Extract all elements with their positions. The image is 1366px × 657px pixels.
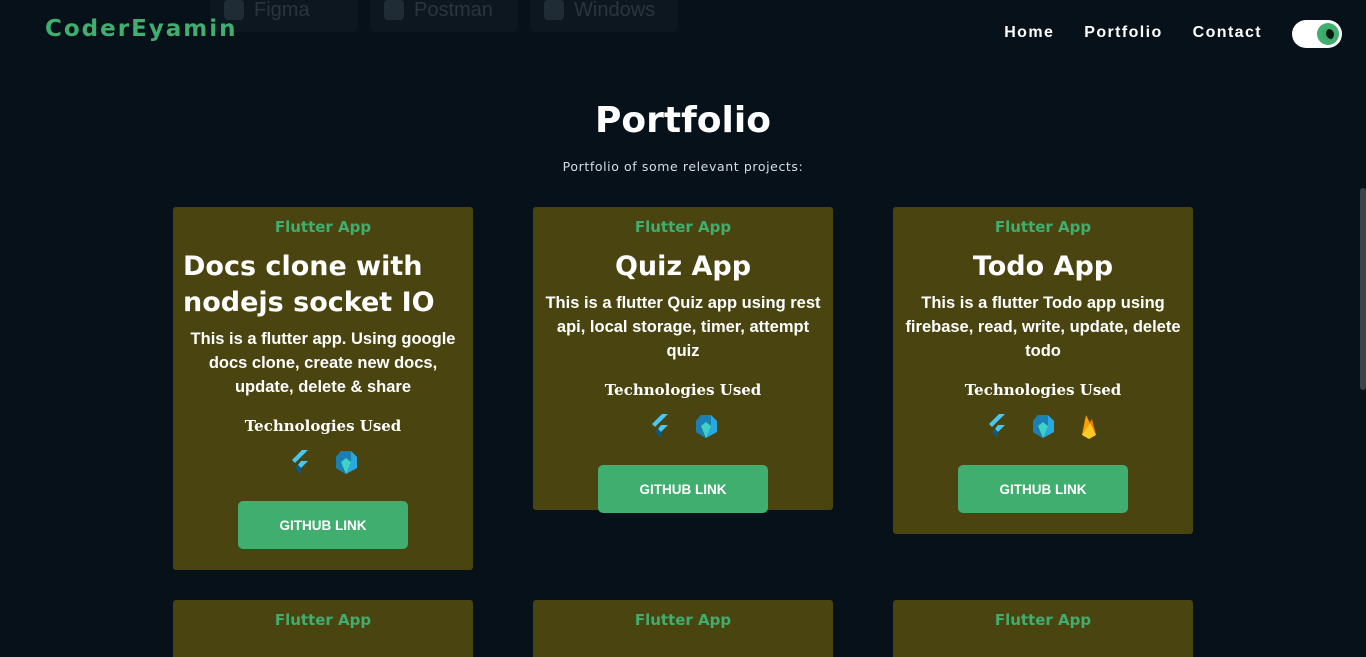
card-description: This is a flutter app. Using google docs…	[190, 330, 456, 396]
firebase-icon	[1082, 415, 1096, 439]
flutter-icon	[652, 414, 668, 438]
site-logo[interactable]: CoderEyamin	[45, 16, 238, 42]
project-card: Flutter App Quiz App This is a flutter Q…	[533, 207, 833, 513]
tech-label: Technologies Used	[604, 381, 762, 399]
github-link-button[interactable]: GITHUB LINK	[958, 465, 1128, 513]
card-title: Quiz App	[614, 251, 752, 282]
theme-toggle[interactable]	[1292, 20, 1342, 48]
card-title: Todo App	[972, 251, 1114, 282]
card-tag: Flutter App	[274, 218, 372, 236]
project-card: Flutter App Todo App This is a flutter T…	[893, 207, 1193, 534]
moon-icon	[1317, 23, 1339, 45]
tech-label: Technologies Used	[964, 381, 1122, 399]
nav-link-portfolio[interactable]: Portfolio	[1084, 24, 1162, 42]
card-description: This is a flutter Todo app using firebas…	[905, 294, 1181, 360]
github-link-button[interactable]: GITHUB LINK	[238, 501, 408, 549]
nav-links: Home Portfolio Contact	[1004, 24, 1262, 42]
card-tag: Flutter App	[994, 611, 1092, 629]
project-card: Flutter App	[533, 600, 833, 657]
card-tag: Flutter App	[634, 611, 732, 629]
section-title: Portfolio	[595, 100, 771, 141]
card-description: This is a flutter Quiz app using rest ap…	[545, 294, 821, 360]
section-subtitle: Portfolio of some relevant projects:	[562, 159, 804, 174]
navbar: CoderEyamin Home Portfolio Contact	[0, 0, 1366, 66]
card-tag: Flutter App	[634, 218, 732, 236]
github-link-button[interactable]: GITHUB LINK	[598, 465, 768, 513]
page: Figma Postman Windows CoderEyamin Home P…	[0, 0, 1366, 657]
dart-icon	[1033, 415, 1054, 438]
card-tag: Flutter App	[274, 611, 372, 629]
flutter-icon	[292, 450, 308, 474]
card-tag: Flutter App	[994, 218, 1092, 236]
flutter-icon	[989, 414, 1005, 438]
project-card: Flutter App Docs clone with nodejs socke…	[173, 207, 473, 570]
tech-icons	[893, 413, 1193, 441]
nav-link-contact[interactable]: Contact	[1193, 24, 1262, 42]
nav-link-home[interactable]: Home	[1004, 24, 1054, 42]
project-card: Flutter App	[173, 600, 473, 657]
card-title: Docs clone with nodejs socket IO	[183, 251, 435, 318]
scrollbar-thumb[interactable]	[1360, 188, 1366, 390]
tech-label: Technologies Used	[244, 417, 402, 435]
tech-icons	[533, 413, 833, 441]
project-card: Flutter App	[893, 600, 1193, 657]
dart-icon	[696, 415, 717, 438]
tech-icons	[173, 449, 473, 477]
dart-icon	[336, 451, 357, 474]
